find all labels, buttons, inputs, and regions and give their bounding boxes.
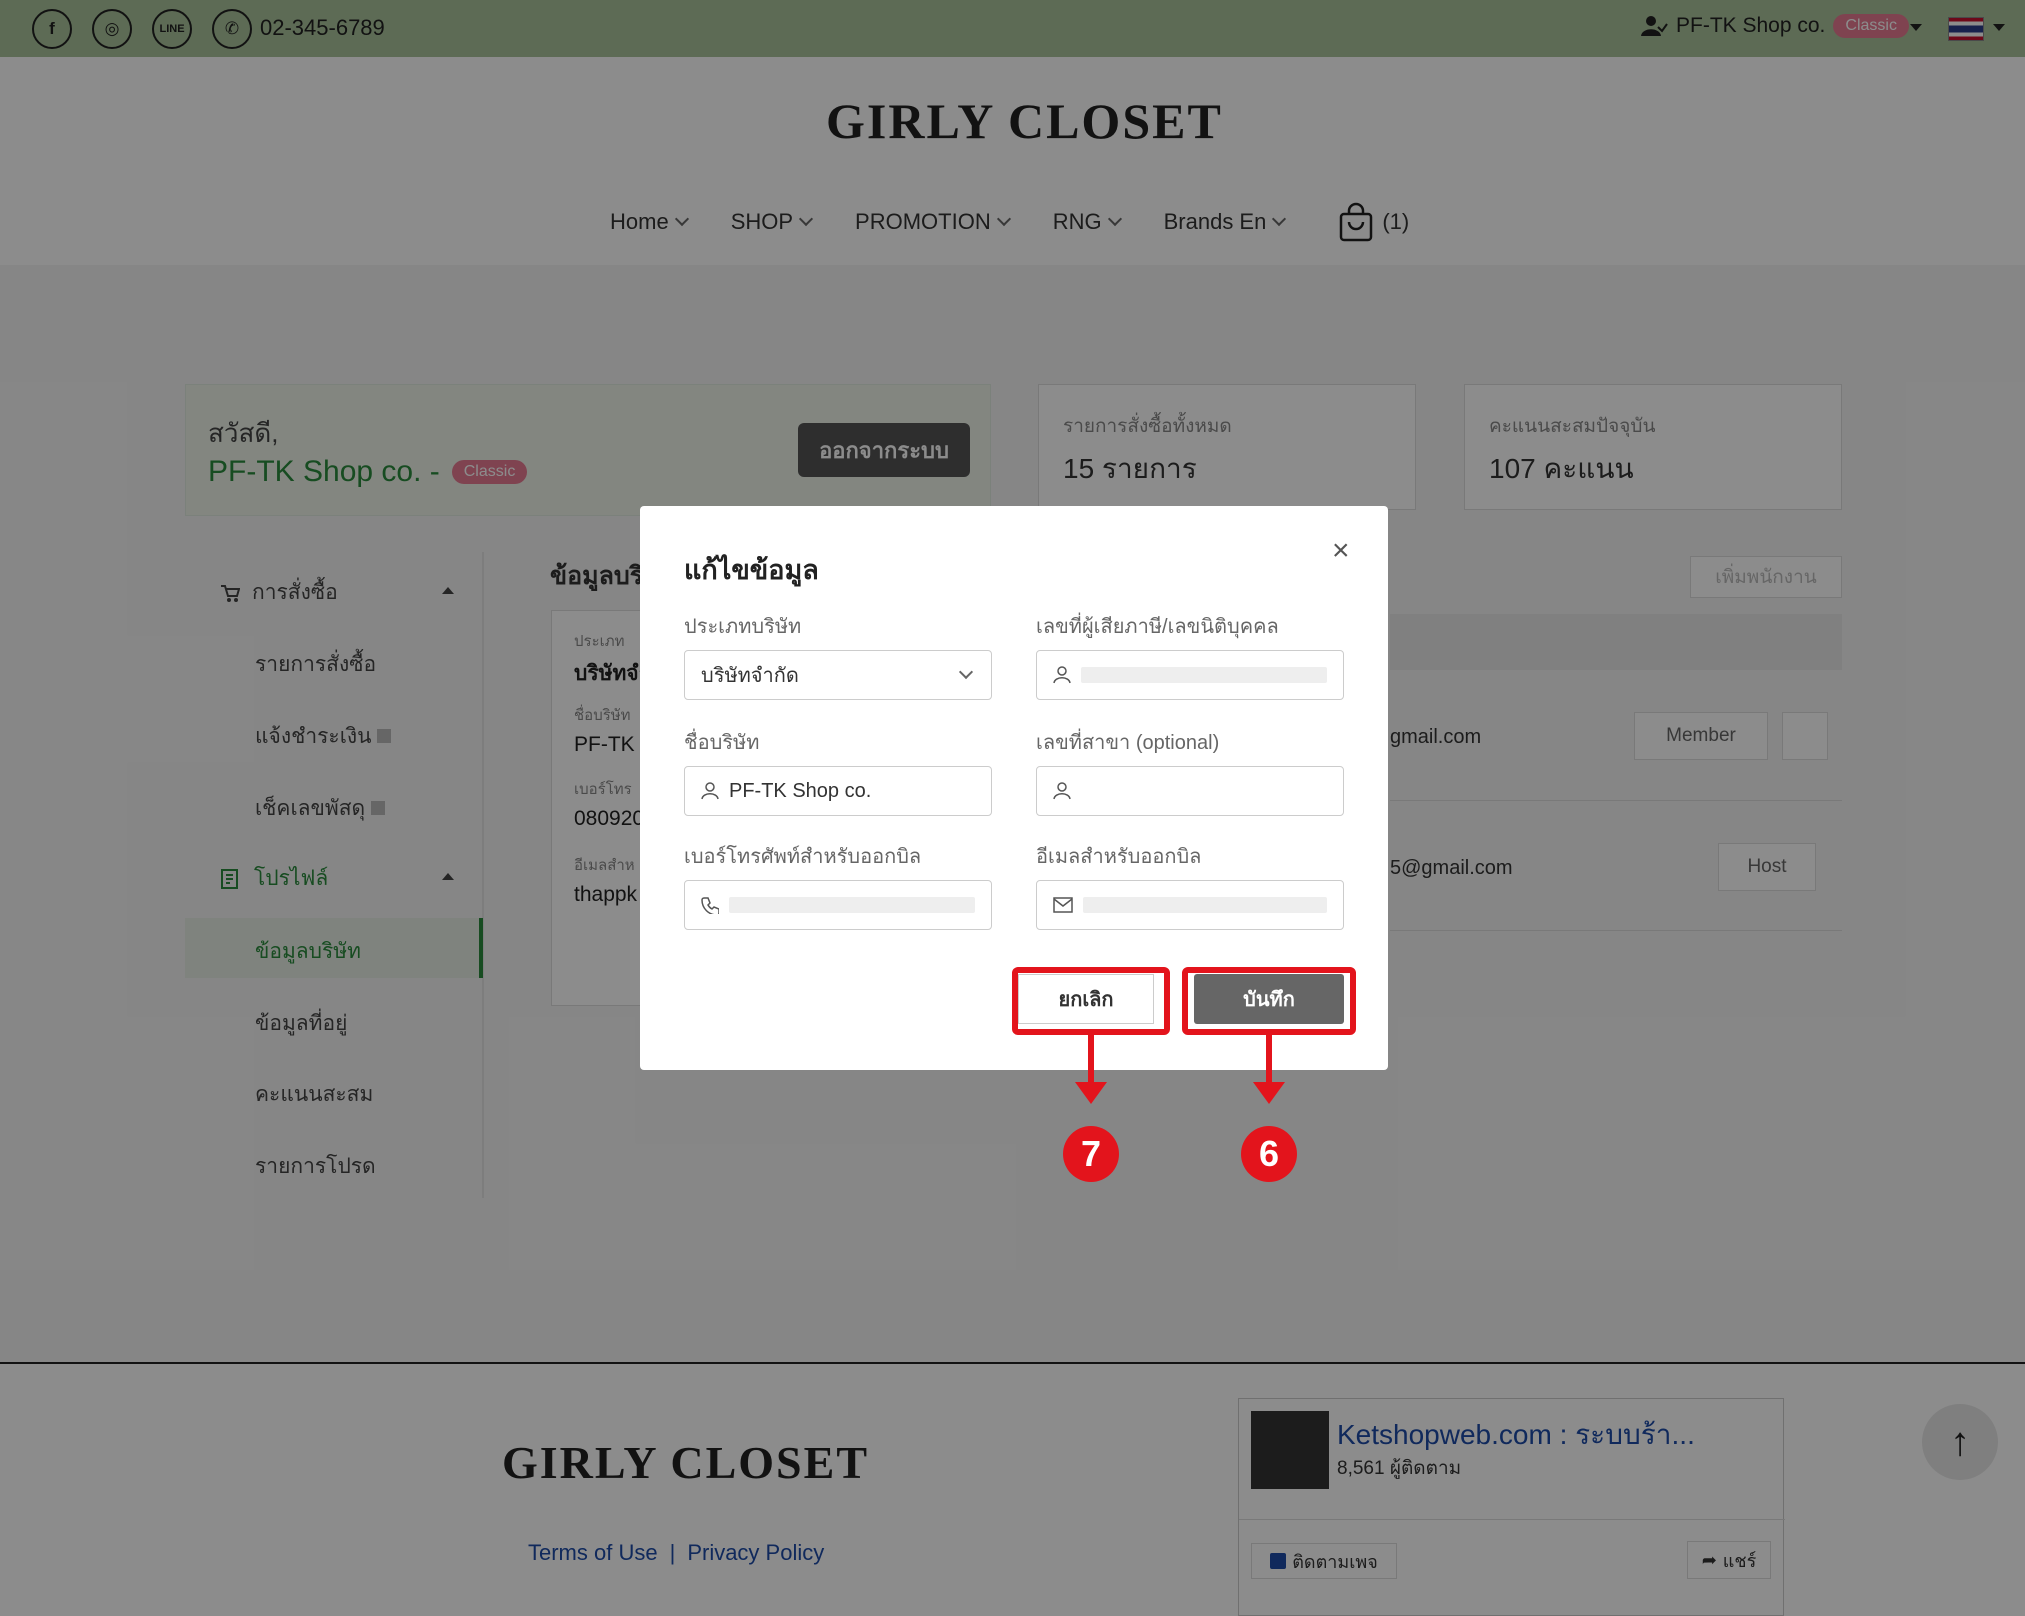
branch-label: เลขที่สาขา (optional) xyxy=(1036,732,1220,754)
save-highlight-box xyxy=(1182,967,1356,1035)
branch-input[interactable] xyxy=(1036,766,1344,816)
billing-phone-label: เบอร์โทรศัพท์สำหรับออกบิล xyxy=(684,846,922,868)
company-name-label: ชื่อบริษัท xyxy=(684,732,760,754)
redacted-value xyxy=(1083,897,1327,913)
modal-title: แก้ไขข้อมูล xyxy=(684,555,819,585)
chevron-down-icon xyxy=(958,664,974,680)
billing-email-input[interactable] xyxy=(1036,880,1344,930)
user-outline-icon xyxy=(1053,666,1071,684)
billing-phone-input[interactable] xyxy=(684,880,992,930)
company-type-label: ประเภทบริษัท xyxy=(684,616,802,638)
save-arrow-head xyxy=(1253,1082,1285,1104)
user-outline-icon xyxy=(701,782,719,800)
user-outline-icon xyxy=(1053,782,1071,800)
tax-id-label: เลขที่ผู้เสียภาษี/เลขนิติบุคคล xyxy=(1036,616,1279,638)
cancel-arrow-stem xyxy=(1088,1035,1094,1085)
cancel-highlight-box xyxy=(1012,967,1170,1035)
phone-outline-icon xyxy=(701,897,719,914)
save-arrow-stem xyxy=(1266,1035,1272,1085)
company-type-value: บริษัทจำกัด xyxy=(701,665,799,687)
redacted-value xyxy=(1081,667,1327,683)
step-6-marker: 6 xyxy=(1241,1126,1297,1182)
mail-icon xyxy=(1053,897,1073,913)
step-7-marker: 7 xyxy=(1063,1126,1119,1182)
close-icon[interactable]: × xyxy=(1332,534,1350,568)
tax-id-input[interactable] xyxy=(1036,650,1344,700)
redacted-value xyxy=(729,897,975,913)
company-name-input[interactable]: PF-TK Shop co. xyxy=(684,766,992,816)
company-name-value: PF-TK Shop co. xyxy=(729,779,872,802)
company-type-select[interactable]: บริษัทจำกัด xyxy=(684,650,992,700)
billing-email-label: อีเมลสำหรับออกบิล xyxy=(1036,846,1202,868)
cancel-arrow-head xyxy=(1075,1082,1107,1104)
